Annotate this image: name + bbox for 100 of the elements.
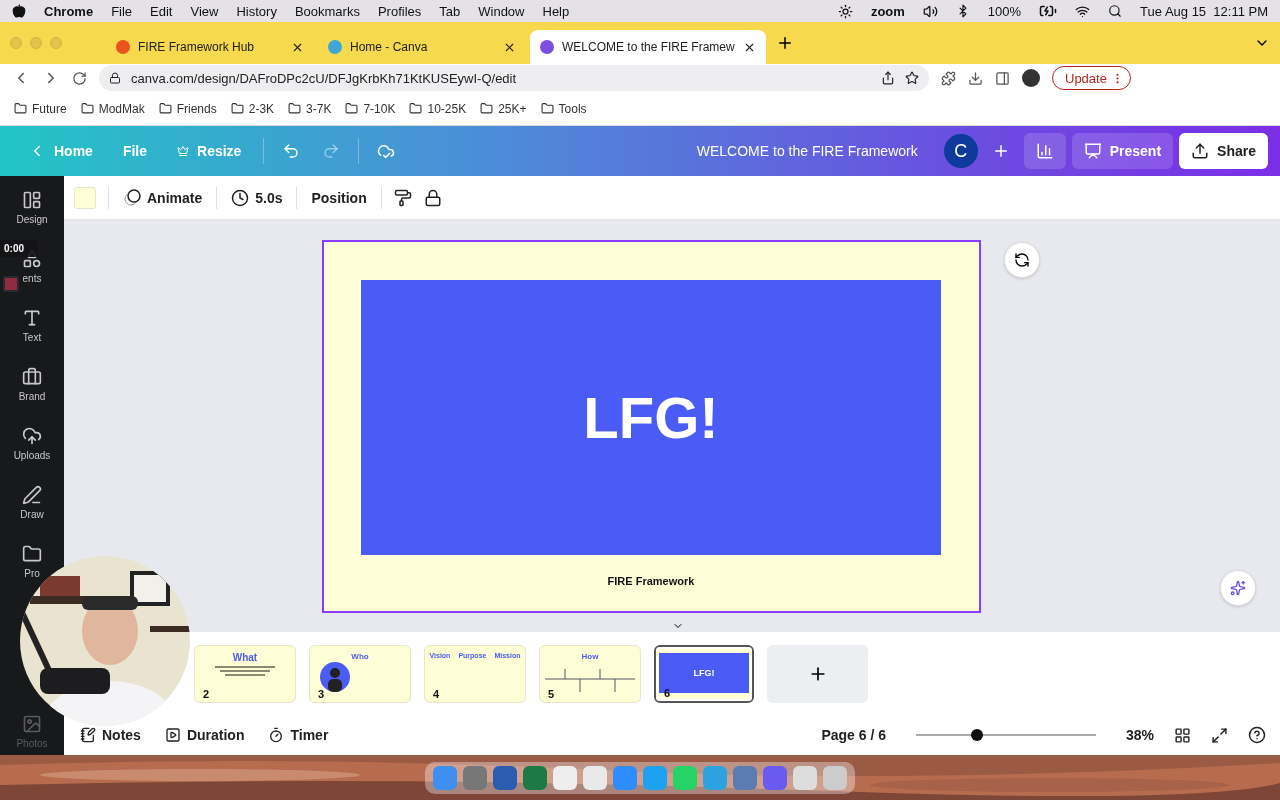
- bookmark-folder[interactable]: 3-7K: [288, 101, 332, 116]
- profile-avatar-icon[interactable]: [1022, 69, 1040, 87]
- menu-item[interactable]: Chrome: [44, 3, 94, 19]
- insights-button[interactable]: [1023, 133, 1066, 169]
- present-button[interactable]: Present: [1071, 133, 1174, 169]
- bookmark-folder[interactable]: Friends: [158, 101, 217, 116]
- sidebar-item[interactable]: Design: [16, 190, 48, 225]
- dock-app-icon[interactable]: [493, 765, 517, 790]
- folder-icon: [230, 102, 244, 115]
- help-icon[interactable]: [1248, 726, 1266, 744]
- position-button[interactable]: Position: [309, 185, 369, 210]
- slide-thumbnail-heading: Who: [351, 651, 369, 661]
- page-number: 5: [548, 687, 555, 700]
- crown-icon: [177, 145, 190, 157]
- comment-refresh-button[interactable]: [1004, 242, 1040, 278]
- download-icon[interactable]: [968, 70, 983, 86]
- notes-button[interactable]: Notes: [78, 725, 143, 745]
- browser-tab[interactable]: Home - Canva: [318, 30, 526, 64]
- sidebar-item[interactable]: Text: [22, 308, 42, 343]
- bookmark-folder[interactable]: Tools: [540, 101, 587, 116]
- reload-icon[interactable]: [72, 70, 87, 86]
- draw-icon: [22, 485, 42, 505]
- profile-photo-icon: [320, 661, 350, 692]
- menu-item[interactable]: Window: [478, 3, 525, 19]
- extensions-icon[interactable]: [941, 70, 956, 86]
- address-bar[interactable]: canva.com/design/DAFroDPc2cU/DFJgKrbKh71KtKUSEywI-Q/edit: [99, 65, 929, 91]
- slide-thumbnail-heading: LFG!: [693, 667, 715, 678]
- page-number: 3: [318, 687, 325, 700]
- update-button[interactable]: Update: [1052, 66, 1131, 90]
- bookmark-folder[interactable]: ModMak: [80, 101, 145, 116]
- presentation-icon: [1083, 142, 1102, 160]
- menu-item[interactable]: Edit: [150, 3, 173, 19]
- folder-icon: [288, 102, 302, 115]
- folder-icon: [80, 102, 94, 115]
- site-icon: [328, 40, 342, 54]
- menu-item[interactable]: View: [190, 3, 219, 19]
- brand-icon: [22, 367, 42, 387]
- slide-canvas[interactable]: LFG! FIRE Framework: [321, 239, 981, 613]
- menu-item[interactable]: Bookmarks: [294, 3, 360, 19]
- zoom-percentage[interactable]: 38%: [1125, 727, 1154, 743]
- slide-thumbnail[interactable]: How 5: [539, 644, 641, 703]
- page-number: 6: [664, 686, 671, 699]
- status-label[interactable]: zoom: [870, 3, 905, 19]
- upload-icon: [1191, 142, 1210, 160]
- play-icon: [164, 727, 181, 743]
- bookmark-star-icon[interactable]: [905, 71, 919, 85]
- clock[interactable]: Tue Aug 15 12:11 PM: [1140, 3, 1268, 19]
- browser-tab[interactable]: FIRE Framework Hub: [106, 30, 314, 64]
- lock-icon[interactable]: [423, 188, 442, 207]
- share-icon[interactable]: [881, 71, 895, 85]
- menu-item[interactable]: Tab: [439, 3, 461, 19]
- menu-item[interactable]: History: [236, 3, 277, 19]
- sun-icon[interactable]: [837, 3, 853, 19]
- sidebar-item[interactable]: Pro: [22, 544, 42, 579]
- design-icon: [22, 190, 42, 210]
- sidebar-item[interactable]: Uploads: [13, 426, 51, 461]
- color-swatch[interactable]: [74, 186, 96, 209]
- fullscreen-icon[interactable]: [1211, 726, 1228, 744]
- bar-chart-icon: [1035, 142, 1054, 160]
- slide-thumbnail[interactable]: What 2: [194, 644, 296, 703]
- slide-headline: LFG!: [583, 383, 719, 451]
- bookmark-folder[interactable]: 10-25K: [409, 101, 467, 116]
- text-icon: [22, 308, 42, 328]
- design-title[interactable]: WELCOME to the FIRE Framework: [696, 143, 918, 159]
- user-avatar[interactable]: C: [943, 134, 978, 168]
- volume-icon[interactable]: [922, 3, 938, 19]
- sparkles-icon: [1230, 580, 1246, 596]
- timer-button[interactable]: Timer: [266, 725, 331, 745]
- folder-icon: [480, 102, 494, 115]
- sidebar-label: Photos: [16, 738, 48, 749]
- apple-icon[interactable]: [12, 4, 26, 18]
- magic-button[interactable]: [1220, 570, 1256, 606]
- sidebar-label: Text: [22, 332, 42, 343]
- share-button[interactable]: Share: [1179, 133, 1268, 169]
- wifi-icon[interactable]: [1075, 3, 1091, 19]
- duration-button[interactable]: Duration: [162, 725, 247, 745]
- duration-button[interactable]: 5.0s: [229, 184, 285, 211]
- slide-thumbnail[interactable]: Who 3: [309, 644, 411, 703]
- slide-thumbnail[interactable]: LFG! 6: [654, 644, 754, 703]
- photos-icon: [22, 714, 42, 734]
- bookmark-folder[interactable]: 7-10K: [345, 101, 396, 116]
- grid-view-icon[interactable]: [1174, 726, 1191, 744]
- menu-item[interactable]: Profiles: [377, 3, 422, 19]
- slider-thumb[interactable]: [971, 729, 984, 741]
- side-panel-icon[interactable]: [995, 70, 1010, 86]
- folder-icon: [345, 102, 359, 115]
- recording-time: 0:00: [0, 240, 38, 257]
- menu-item[interactable]: Help: [542, 3, 570, 19]
- site-icon: [540, 40, 554, 54]
- paint-roller-icon[interactable]: [393, 188, 412, 207]
- search-icon[interactable]: [1108, 4, 1123, 18]
- sidebar-item[interactable]: Brand: [18, 367, 46, 402]
- animate-button[interactable]: Animate: [121, 184, 205, 211]
- menu-item[interactable]: File: [111, 3, 133, 19]
- sidebar-item[interactable]: Draw: [20, 485, 44, 520]
- bookmark-folder[interactable]: 25K+: [480, 101, 527, 116]
- browser-tab[interactable]: WELCOME to the FIRE Framew: [530, 30, 766, 64]
- bookmark-folder[interactable]: Future: [14, 101, 67, 116]
- bookmark-folder[interactable]: 2-3K: [230, 101, 275, 116]
- tab-title: WELCOME to the FIRE Framew: [562, 40, 735, 54]
